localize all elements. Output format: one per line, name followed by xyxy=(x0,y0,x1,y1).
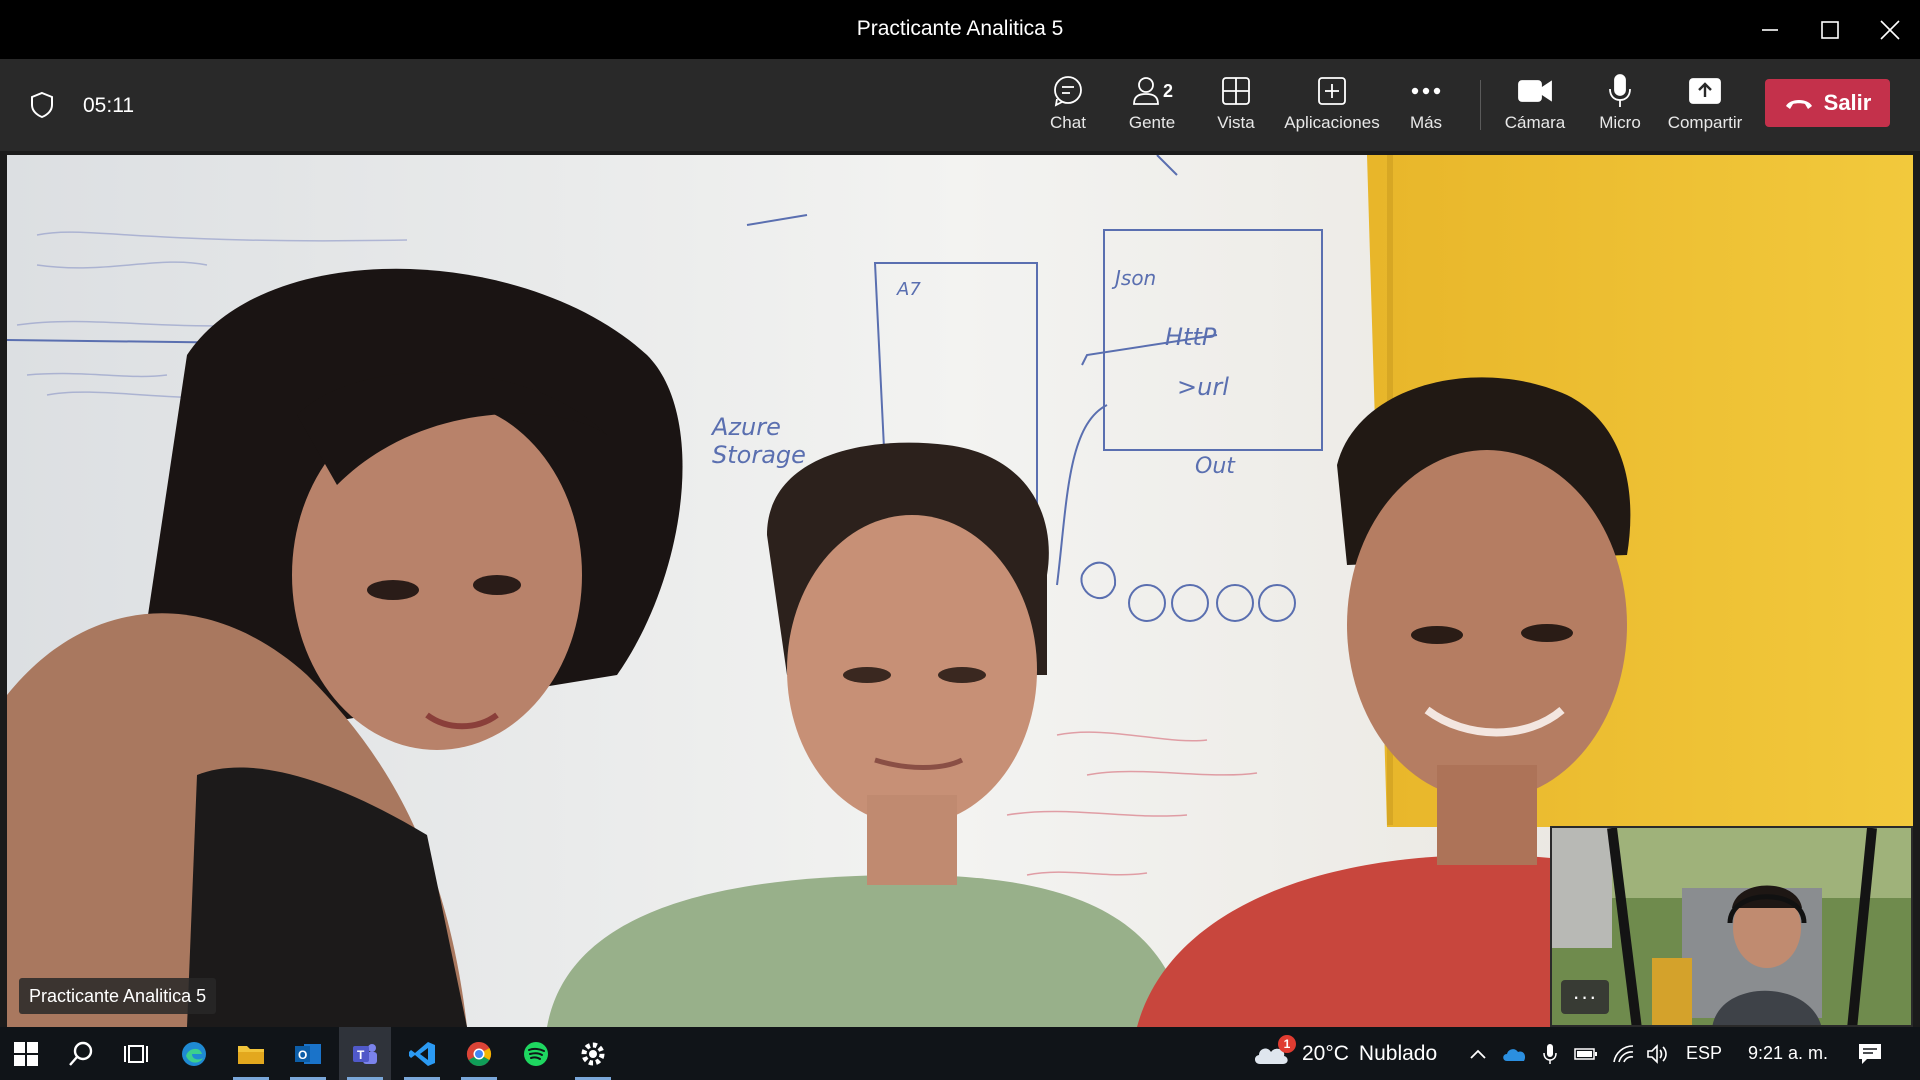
share-label: Compartir xyxy=(1667,113,1743,132)
language-indicator[interactable]: ESP xyxy=(1680,1027,1728,1080)
apps-button[interactable]: Aplicaciones xyxy=(1284,71,1380,141)
weather-alert-badge: 1 xyxy=(1278,1035,1296,1053)
whiteboard-text-json: Json xyxy=(1111,266,1156,290)
microphone-tray[interactable] xyxy=(1536,1027,1564,1080)
toolbar-divider xyxy=(1480,80,1481,130)
file-explorer-icon xyxy=(238,1045,264,1064)
whiteboard-text-url: >url xyxy=(1177,373,1229,401)
volume-tray[interactable] xyxy=(1642,1027,1674,1080)
start-button[interactable] xyxy=(0,1027,52,1080)
chat-label: Chat xyxy=(1050,113,1086,132)
mic-button[interactable]: Micro xyxy=(1598,71,1642,141)
taskbar-file-explorer[interactable] xyxy=(225,1027,277,1080)
whiteboard-text-a7: A7 xyxy=(896,279,921,300)
chat-icon xyxy=(1051,71,1085,111)
chat-button[interactable]: Chat xyxy=(1048,71,1088,141)
more-icon: ··· xyxy=(1572,984,1598,1009)
taskbar-settings[interactable] xyxy=(567,1027,619,1080)
camera-label: Cámara xyxy=(1504,113,1566,132)
hang-up-icon xyxy=(1784,90,1814,116)
apps-label: Aplicaciones xyxy=(1284,113,1380,132)
taskbar-spotify[interactable] xyxy=(510,1027,562,1080)
outlook-icon: O xyxy=(295,1043,321,1064)
participant-name-badge: Practicante Analitica 5 xyxy=(19,978,217,1014)
windows-logo-icon xyxy=(14,1041,38,1066)
microphone-icon xyxy=(1608,71,1632,111)
task-view-icon xyxy=(124,1044,148,1063)
vscode-icon xyxy=(409,1041,435,1066)
share-button[interactable]: Compartir xyxy=(1668,71,1742,141)
people-button[interactable]: 2 Gente xyxy=(1126,71,1178,141)
weather-description: Nublado xyxy=(1358,1041,1438,1065)
speaker-icon xyxy=(1647,1043,1667,1064)
notification-center-icon xyxy=(1859,1043,1881,1064)
camera-button[interactable]: Cámara xyxy=(1504,71,1566,141)
video-stage: Azure Storage Json HttP >url Out A7 ··· xyxy=(0,151,1920,1027)
weather-temperature: 20°C xyxy=(1302,1041,1349,1065)
notifications-button[interactable] xyxy=(1850,1027,1890,1080)
search-icon xyxy=(69,1041,93,1066)
search-button[interactable] xyxy=(55,1027,107,1080)
taskbar-teams[interactable]: T xyxy=(339,1027,391,1080)
windows-taskbar: O T 1 20°C Nublado ESP 9:21 a. m. xyxy=(0,1027,1920,1080)
onedrive-icon xyxy=(1503,1048,1526,1061)
settings-icon xyxy=(581,1042,605,1065)
teams-icon: T xyxy=(353,1043,377,1064)
grid-view-icon xyxy=(1221,71,1251,111)
chrome-icon xyxy=(466,1041,492,1066)
taskbar-vscode[interactable] xyxy=(396,1027,448,1080)
edge-icon xyxy=(182,1041,206,1066)
more-button[interactable]: Más xyxy=(1406,71,1446,141)
spotify-icon xyxy=(524,1041,548,1066)
whiteboard-text-azure: Azure xyxy=(710,413,781,441)
chevron-up-icon xyxy=(1470,1049,1486,1059)
view-label: Vista xyxy=(1217,113,1255,132)
mic-label: Micro xyxy=(1599,113,1641,132)
title-bar: Practicante Analitica 5 xyxy=(0,0,1920,59)
task-view-button[interactable] xyxy=(110,1027,162,1080)
view-button[interactable]: Vista xyxy=(1216,71,1256,141)
whiteboard-text-http: HttP xyxy=(1165,323,1217,351)
wifi-icon xyxy=(1613,1044,1634,1062)
system-clock[interactable]: 9:21 a. m. xyxy=(1738,1027,1838,1080)
add-app-icon xyxy=(1317,71,1347,111)
shield-icon[interactable] xyxy=(26,89,58,121)
more-icon xyxy=(1411,71,1441,111)
weather-widget[interactable]: 1 20°C Nublado xyxy=(1252,1027,1437,1080)
leave-label: Salir xyxy=(1823,90,1872,115)
people-count: 2 xyxy=(1162,80,1173,101)
minimize-button[interactable] xyxy=(1740,0,1800,59)
wifi-tray[interactable] xyxy=(1608,1027,1638,1080)
leave-button[interactable]: Salir xyxy=(1765,79,1890,127)
people-label: Gente xyxy=(1128,113,1176,132)
close-button[interactable] xyxy=(1860,0,1920,59)
camera-icon xyxy=(1518,71,1552,111)
svg-text:O: O xyxy=(298,1048,307,1062)
battery-tray[interactable] xyxy=(1570,1027,1602,1080)
self-view-more-button[interactable]: ··· xyxy=(1561,980,1609,1014)
share-screen-icon xyxy=(1689,71,1721,111)
taskbar-outlook[interactable]: O xyxy=(282,1027,334,1080)
show-hidden-icons-button[interactable] xyxy=(1464,1027,1492,1080)
meeting-timer: 05:11 xyxy=(83,94,134,117)
people-icon xyxy=(1133,77,1159,105)
whiteboard-text-storage: Storage xyxy=(712,441,806,469)
onedrive-tray[interactable] xyxy=(1498,1027,1530,1080)
maximize-button[interactable] xyxy=(1800,0,1860,59)
whiteboard-text-out: Out xyxy=(1195,454,1236,479)
svg-text:T: T xyxy=(357,1048,365,1062)
window-title: Practicante Analitica 5 xyxy=(856,17,1064,40)
meeting-toolbar: 05:11 Chat 2 Gente Vista Aplicaciones Má… xyxy=(0,59,1920,151)
battery-icon xyxy=(1574,1047,1597,1060)
taskbar-chrome[interactable] xyxy=(453,1027,505,1080)
taskbar-edge[interactable] xyxy=(168,1027,220,1080)
microphone-icon xyxy=(1543,1043,1557,1064)
more-label: Más xyxy=(1409,113,1443,132)
cloud-icon: 1 xyxy=(1252,1027,1296,1080)
